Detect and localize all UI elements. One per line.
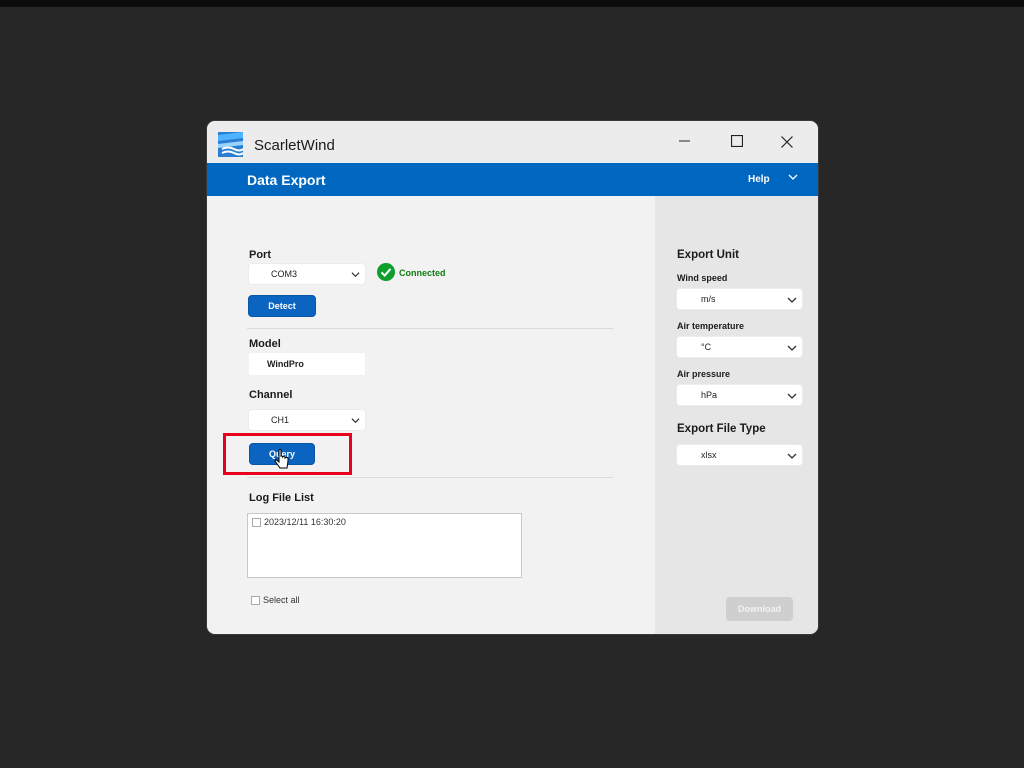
chevron-down-icon: [787, 453, 797, 459]
select-all-box[interactable]: [251, 595, 260, 605]
model-value: WindPro: [267, 359, 304, 369]
list-item[interactable]: 2023/12/11 16:30:20: [252, 517, 346, 527]
page-title: Data Export: [247, 172, 326, 188]
export-file-type-value: xlsx: [701, 450, 717, 460]
channel-select[interactable]: CH1: [249, 410, 365, 430]
model-label: Model: [249, 338, 281, 350]
page-header: Data Export Help: [207, 163, 818, 196]
chevron-down-icon: [787, 393, 797, 399]
download-button[interactable]: Download: [726, 597, 793, 621]
air-pressure-label: Air pressure: [677, 369, 731, 379]
check-circle-icon: [377, 263, 395, 281]
close-button[interactable]: [772, 131, 802, 155]
air-pressure-select[interactable]: hPa: [677, 385, 802, 405]
model-field: WindPro: [249, 353, 365, 375]
divider: [247, 477, 613, 478]
wind-speed-select[interactable]: m/s: [677, 289, 802, 309]
maximize-button[interactable]: [722, 131, 752, 155]
close-icon: [781, 136, 793, 148]
select-all-label: Select all: [263, 595, 300, 605]
app-title: ScarletWind: [254, 137, 335, 154]
chevron-down-icon: [787, 345, 797, 351]
help-menu-button[interactable]: Help: [748, 174, 770, 185]
wind-speed-label: Wind speed: [677, 273, 728, 283]
air-pressure-value: hPa: [701, 390, 718, 400]
chevron-down-icon: [351, 418, 360, 424]
app-logo-icon: [218, 132, 243, 157]
port-select-value: COM3: [271, 269, 298, 279]
maximize-icon: [730, 134, 744, 148]
export-unit-title: Export Unit: [677, 249, 739, 261]
channel-label: Channel: [249, 389, 293, 401]
log-item-checkbox[interactable]: [252, 517, 261, 527]
export-settings-panel: [655, 196, 818, 634]
port-label: Port: [249, 249, 271, 261]
app-window: ScarletWind Data Export Help Port COM3 C…: [207, 121, 818, 634]
port-select[interactable]: COM3: [249, 264, 365, 284]
log-item-label: 2023/12/11 16:30:20: [264, 517, 346, 527]
minimize-icon: [679, 140, 690, 142]
detect-button[interactable]: Detect: [248, 295, 316, 317]
log-file-list-label: Log File List: [249, 492, 314, 504]
screen-top-edge: [0, 0, 1024, 7]
chevron-down-icon: [787, 297, 797, 303]
connection-status: Connected: [399, 268, 446, 278]
wind-speed-value: m/s: [701, 294, 716, 304]
minimize-button[interactable]: [670, 131, 700, 155]
chevron-down-icon[interactable]: [788, 172, 798, 182]
channel-select-value: CH1: [271, 415, 290, 425]
air-temperature-label: Air temperature: [677, 321, 745, 331]
chevron-down-icon: [351, 272, 360, 278]
divider: [247, 328, 613, 329]
air-temperature-select[interactable]: °C: [677, 337, 802, 357]
export-file-type-title: Export File Type: [677, 423, 766, 435]
select-all-checkbox[interactable]: Select all: [251, 595, 300, 605]
mouse-cursor-icon: [274, 449, 289, 469]
export-file-type-select[interactable]: xlsx: [677, 445, 802, 465]
title-bar[interactable]: ScarletWind: [207, 121, 818, 163]
log-file-list[interactable]: 2023/12/11 16:30:20: [247, 513, 522, 578]
air-temperature-value: °C: [701, 342, 712, 352]
